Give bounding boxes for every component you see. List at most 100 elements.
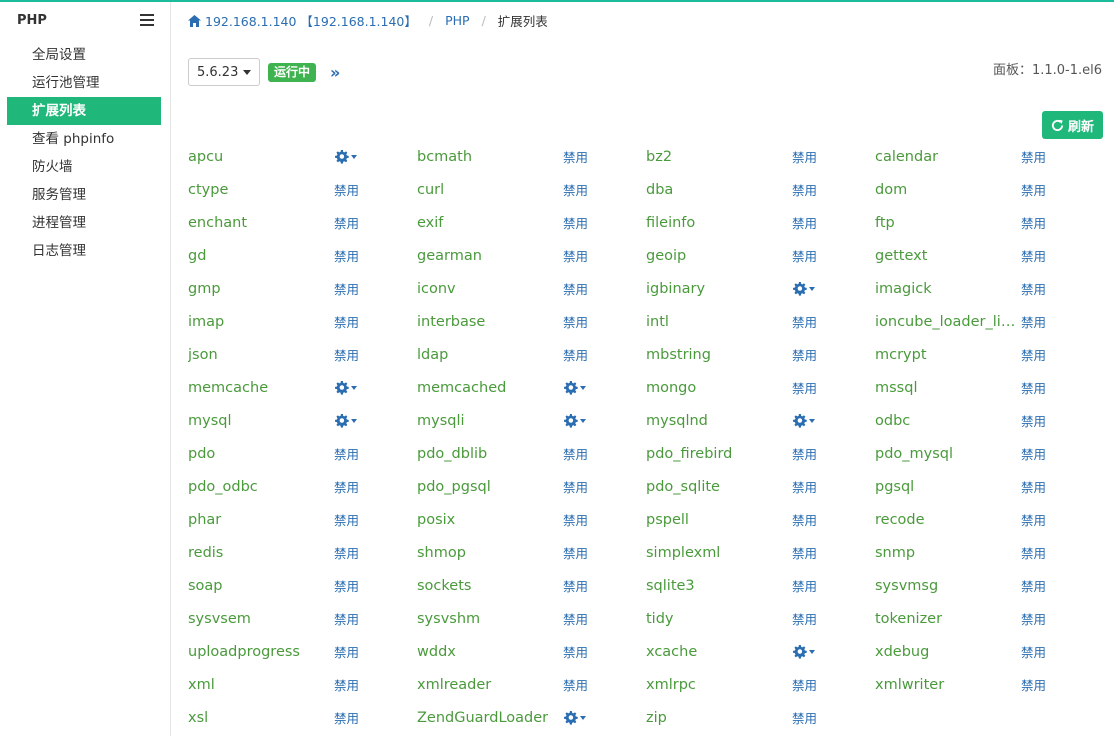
- extension-disable-link[interactable]: 禁用: [1021, 345, 1046, 364]
- extension-disable-link[interactable]: 禁用: [792, 543, 817, 562]
- extension-disable-link[interactable]: 禁用: [334, 246, 359, 265]
- extension-disable-link[interactable]: 禁用: [563, 246, 588, 265]
- extension-disable-link[interactable]: 禁用: [792, 708, 817, 727]
- extension-disable-link[interactable]: 禁用: [1021, 543, 1046, 562]
- extension-name: xml: [188, 676, 215, 693]
- extension-disable-link[interactable]: 禁用: [334, 213, 359, 232]
- extension-disable-link[interactable]: 禁用: [563, 180, 588, 199]
- extension-settings-dropdown[interactable]: [563, 413, 586, 428]
- extension-disable-link[interactable]: 禁用: [792, 345, 817, 364]
- extension-item: pdo_pgsql 禁用: [417, 470, 646, 503]
- extension-disable-link[interactable]: 禁用: [1021, 312, 1046, 331]
- extension-disable-link[interactable]: 禁用: [563, 213, 588, 232]
- extension-settings-dropdown[interactable]: [334, 413, 357, 428]
- extension-settings-dropdown[interactable]: [563, 710, 586, 725]
- extension-disable-link[interactable]: 禁用: [334, 609, 359, 628]
- extension-disable-link[interactable]: 禁用: [792, 576, 817, 595]
- extension-disable-link[interactable]: 禁用: [563, 609, 588, 628]
- extension-name: redis: [188, 544, 224, 561]
- sidebar: PHP 全局设置 运行池管理 扩展列表 查看 phpinfo 防火墙 服务管理 进程管理 日志…: [0, 2, 171, 736]
- sidebar-item-7[interactable]: 日志管理: [7, 237, 161, 265]
- extension-disable-link[interactable]: 禁用: [1021, 642, 1046, 661]
- extension-disable-link[interactable]: 禁用: [1021, 246, 1046, 265]
- extension-disable-link[interactable]: 禁用: [1021, 477, 1046, 496]
- extension-disable-link[interactable]: 禁用: [792, 477, 817, 496]
- extension-disable-link[interactable]: 禁用: [1021, 411, 1046, 430]
- extension-disable-link[interactable]: 禁用: [563, 312, 588, 331]
- sidebar-item-3[interactable]: 查看 phpinfo: [7, 125, 161, 153]
- extension-disable-link[interactable]: 禁用: [792, 510, 817, 529]
- caret-down-icon: [351, 385, 357, 390]
- extension-settings-dropdown[interactable]: [334, 380, 357, 395]
- extension-disable-link[interactable]: 禁用: [334, 444, 359, 463]
- extension-disable-link[interactable]: 禁用: [334, 279, 359, 298]
- extension-disable-link[interactable]: 禁用: [334, 576, 359, 595]
- extension-disable-link[interactable]: 禁用: [334, 312, 359, 331]
- extension-disable-link[interactable]: 禁用: [563, 675, 588, 694]
- extension-disable-link[interactable]: 禁用: [792, 609, 817, 628]
- extension-disable-link[interactable]: 禁用: [334, 510, 359, 529]
- extension-disable-link[interactable]: 禁用: [792, 378, 817, 397]
- extension-disable-link[interactable]: 禁用: [563, 642, 588, 661]
- extension-disable-link[interactable]: 禁用: [563, 444, 588, 463]
- extension-disable-link[interactable]: 禁用: [563, 576, 588, 595]
- hamburger-menu-icon[interactable]: [140, 14, 154, 26]
- extension-disable-link[interactable]: 禁用: [334, 345, 359, 364]
- extension-disable-link[interactable]: 禁用: [1021, 213, 1046, 232]
- php-version-value: 5.6.23: [197, 64, 239, 80]
- sidebar-item-0[interactable]: 全局设置: [7, 41, 161, 69]
- extension-settings-dropdown[interactable]: [792, 413, 815, 428]
- extension-disable-link[interactable]: 禁用: [1021, 510, 1046, 529]
- extension-disable-link[interactable]: 禁用: [334, 543, 359, 562]
- extension-item: xmlwriter 禁用: [875, 668, 1103, 701]
- extension-disable-link[interactable]: 禁用: [1021, 675, 1046, 694]
- extension-settings-dropdown[interactable]: [563, 380, 586, 395]
- extension-disable-link[interactable]: 禁用: [792, 147, 817, 166]
- extension-disable-link[interactable]: 禁用: [1021, 180, 1046, 199]
- sidebar-header: PHP: [0, 2, 170, 38]
- breadcrumb-host-link[interactable]: 192.168.1.140 【192.168.1.140】: [188, 11, 417, 30]
- extension-disable-link[interactable]: 禁用: [563, 279, 588, 298]
- extension-disable-link[interactable]: 禁用: [792, 675, 817, 694]
- extension-row: ctype 禁用 curl 禁用 dba 禁用 dom 禁用: [188, 173, 1108, 206]
- extension-settings-dropdown[interactable]: [792, 644, 815, 659]
- extension-disable-link[interactable]: 禁用: [1021, 279, 1046, 298]
- extension-disable-link[interactable]: 禁用: [334, 180, 359, 199]
- double-chevron-right-icon[interactable]: »: [330, 63, 340, 82]
- extension-disable-link[interactable]: 禁用: [1021, 576, 1046, 595]
- extension-name: pdo_firebird: [646, 445, 733, 462]
- extension-disable-link[interactable]: 禁用: [563, 147, 588, 166]
- extension-disable-link[interactable]: 禁用: [563, 543, 588, 562]
- extension-item: phar 禁用: [188, 503, 417, 536]
- extension-disable-link[interactable]: 禁用: [334, 642, 359, 661]
- extension-settings-dropdown[interactable]: [792, 281, 815, 296]
- sidebar-item-6[interactable]: 进程管理: [7, 209, 161, 237]
- extension-disable-link[interactable]: 禁用: [792, 213, 817, 232]
- extension-disable-link[interactable]: 禁用: [1021, 609, 1046, 628]
- extension-settings-dropdown[interactable]: [334, 149, 357, 164]
- extension-item: gettext 禁用: [875, 239, 1103, 272]
- sidebar-item-5[interactable]: 服务管理: [7, 181, 161, 209]
- refresh-button[interactable]: 刷新: [1042, 111, 1103, 139]
- extension-disable-link[interactable]: 禁用: [563, 477, 588, 496]
- extension-disable-link[interactable]: 禁用: [1021, 378, 1046, 397]
- sidebar-item-4[interactable]: 防火墙: [7, 153, 161, 181]
- extension-item: odbc 禁用: [875, 404, 1103, 437]
- extension-disable-link[interactable]: 禁用: [792, 312, 817, 331]
- extension-disable-link[interactable]: 禁用: [792, 180, 817, 199]
- php-version-select[interactable]: 5.6.23: [188, 58, 260, 86]
- extension-disable-link[interactable]: 禁用: [792, 246, 817, 265]
- extension-disable-link[interactable]: 禁用: [1021, 444, 1046, 463]
- breadcrumb-section-link[interactable]: PHP: [445, 13, 469, 28]
- extension-disable-link[interactable]: 禁用: [563, 345, 588, 364]
- extension-disable-link[interactable]: 禁用: [792, 444, 817, 463]
- extension-disable-link[interactable]: 禁用: [334, 708, 359, 727]
- extension-row: imap 禁用 interbase 禁用 intl 禁用 ioncube_loader_li…: [188, 305, 1108, 338]
- sidebar-item-1[interactable]: 运行池管理: [7, 69, 161, 97]
- extension-disable-link[interactable]: 禁用: [1021, 147, 1046, 166]
- extension-row: apcu bcmath 禁用 bz2 禁用 calendar 禁用: [188, 140, 1108, 173]
- extension-disable-link[interactable]: 禁用: [563, 510, 588, 529]
- extension-disable-link[interactable]: 禁用: [334, 477, 359, 496]
- sidebar-item-2[interactable]: 扩展列表: [7, 97, 161, 125]
- extension-disable-link[interactable]: 禁用: [334, 675, 359, 694]
